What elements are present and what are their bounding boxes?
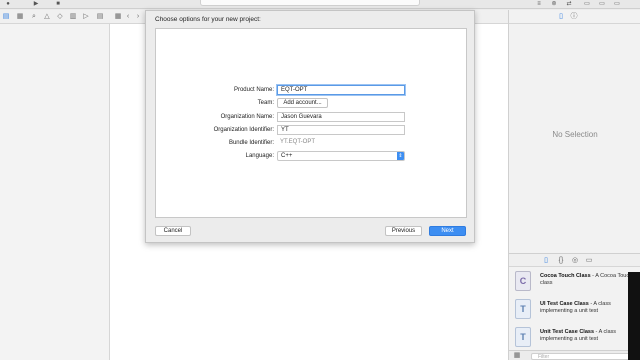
play-icon[interactable]: ▶ xyxy=(30,0,42,7)
library-item-title: Cocoa Touch Class xyxy=(540,273,591,279)
new-project-sheet: Choose options for your new project: Pro… xyxy=(145,10,475,243)
report-icon[interactable]: ▤ xyxy=(96,13,104,21)
stop-icon[interactable]: ■ xyxy=(52,0,64,7)
file-template-icon[interactable]: ▯ xyxy=(542,257,550,265)
language-select[interactable]: C++ ⇕ xyxy=(277,151,405,161)
debug-icon[interactable]: ▥ xyxy=(69,13,77,21)
library-item-text: Unit Test Case Class - A class implement… xyxy=(540,329,636,343)
library-item-text: UI Test Case Class - A class implementin… xyxy=(540,301,636,315)
navigator-panel xyxy=(0,24,110,360)
library-item[interactable]: T Unit Test Case Class - A class impleme… xyxy=(513,324,637,352)
activity-viewer xyxy=(200,0,420,6)
previous-button[interactable]: Previous xyxy=(385,226,422,236)
warning-icon[interactable]: △ xyxy=(43,13,51,21)
grid-view-icon[interactable]: ▦ xyxy=(513,352,521,360)
add-account-button[interactable]: Add account... xyxy=(277,98,328,108)
cancel-button[interactable]: Cancel xyxy=(155,226,191,236)
bundle-identifier-value: YT.EQT-OPT xyxy=(280,139,316,145)
navigator-bar: ▤ ▦ ⌕ △ ◇ ▥ ▷ ▤ xyxy=(0,10,110,24)
toggle-debug-icon[interactable]: ▭ xyxy=(597,0,607,7)
background-edge xyxy=(628,272,640,360)
library-tabs: ▯ {} ◎ ▭ xyxy=(509,253,640,267)
organization-identifier-label: Organization Identifier: xyxy=(213,127,274,133)
code-snippet-icon[interactable]: {} xyxy=(557,257,565,265)
back-icon[interactable]: ‹ xyxy=(124,13,132,21)
inspector-tabs: ▯ ⓘ xyxy=(509,10,640,24)
toolbar: ● ▶ ■ ≡ ⊚ ⇄ ▭ ▭ ▭ xyxy=(0,0,640,9)
editor-version-icon[interactable]: ⇄ xyxy=(564,0,574,7)
editor-standard-icon[interactable]: ≡ xyxy=(534,0,544,7)
forward-icon[interactable]: › xyxy=(134,13,142,21)
related-items-icon[interactable]: ▦ xyxy=(114,13,122,21)
editor-assistant-icon[interactable]: ⊚ xyxy=(549,0,559,7)
options-box: Product Name: EQT-OPT Team: Add account.… xyxy=(155,28,467,218)
inspector-panel: ▯ ⓘ No Selection ▯ {} ◎ ▭ C Cocoa Touch … xyxy=(508,10,640,360)
close-window-icon[interactable]: ● xyxy=(2,0,14,7)
library-filter-bar: ▦ Filter xyxy=(509,350,640,360)
chevron-updown-icon: ⇕ xyxy=(397,152,404,160)
organization-name-label: Organization Name: xyxy=(220,114,274,120)
bundle-identifier-label: Bundle Identifier: xyxy=(228,140,274,146)
language-label: Language: xyxy=(245,153,274,159)
library-item-text: Cocoa Touch Class - A Cocoa Touch class xyxy=(540,273,636,287)
filter-input[interactable]: Filter xyxy=(531,353,637,360)
library-item-title: UI Test Case Class xyxy=(540,301,589,307)
object-library-icon[interactable]: ◎ xyxy=(571,257,579,265)
test-icon[interactable]: ◇ xyxy=(56,13,64,21)
organization-name-field[interactable]: Jason Guevara xyxy=(277,112,405,122)
test-file-icon: T xyxy=(515,327,531,347)
class-file-icon: C xyxy=(515,271,531,291)
language-value: C++ xyxy=(281,153,293,159)
organization-identifier-field[interactable]: YT xyxy=(277,125,405,135)
toggle-navigator-icon[interactable]: ▭ xyxy=(582,0,592,7)
sheet-title: Choose options for your new project: xyxy=(155,16,261,23)
media-library-icon[interactable]: ▭ xyxy=(585,257,593,265)
team-label: Team: xyxy=(257,100,274,106)
breakpoint-icon[interactable]: ▷ xyxy=(82,13,90,21)
next-button[interactable]: Next xyxy=(429,226,466,236)
folder-icon[interactable]: ▤ xyxy=(2,13,10,21)
toggle-inspector-icon[interactable]: ▭ xyxy=(612,0,622,7)
search-icon[interactable]: ⌕ xyxy=(30,13,38,21)
quick-help-icon[interactable]: ⓘ xyxy=(570,13,578,21)
file-inspector-icon[interactable]: ▯ xyxy=(557,13,565,21)
product-name-label: Product Name: xyxy=(233,87,274,93)
no-selection-label: No Selection xyxy=(552,130,598,139)
library-item-title: Unit Test Case Class xyxy=(540,329,595,335)
test-file-icon: T xyxy=(515,299,531,319)
product-name-field[interactable]: EQT-OPT xyxy=(277,85,405,95)
symbol-icon[interactable]: ▦ xyxy=(16,13,24,21)
library-item[interactable]: C Cocoa Touch Class - A Cocoa Touch clas… xyxy=(513,268,637,296)
library-item[interactable]: T UI Test Case Class - A class implement… xyxy=(513,296,637,324)
